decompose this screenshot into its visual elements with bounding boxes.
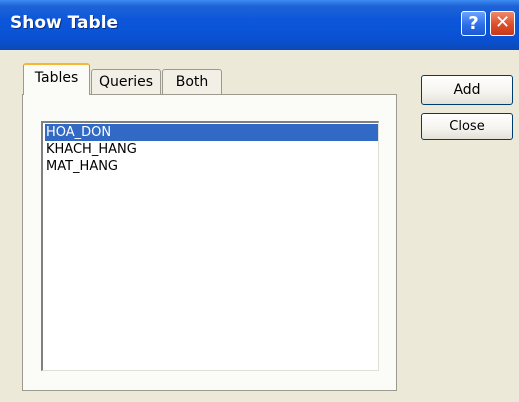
tab-queries[interactable]: Queries xyxy=(91,69,161,95)
table-listbox[interactable]: HOA_DON KHACH_HANG MAT_HANG xyxy=(41,121,379,371)
show-table-dialog: Show Table ? ✕ Tables Queries Both HOA_D… xyxy=(0,0,519,402)
title-bar[interactable]: Show Table ? ✕ xyxy=(0,0,519,50)
tab-tables[interactable]: Tables xyxy=(23,63,90,95)
title-close-button[interactable]: ✕ xyxy=(490,11,515,36)
list-item[interactable]: MAT_HANG xyxy=(45,158,118,175)
close-icon: ✕ xyxy=(494,12,511,33)
help-icon: ? xyxy=(468,13,479,34)
add-button[interactable]: Add xyxy=(421,75,513,105)
tables-tab-panel: HOA_DON KHACH_HANG MAT_HANG xyxy=(22,94,397,391)
close-button[interactable]: Close xyxy=(421,113,513,140)
dialog-title: Show Table xyxy=(10,13,119,33)
list-item[interactable]: HOA_DON xyxy=(45,124,378,141)
list-item[interactable]: KHACH_HANG xyxy=(45,141,137,158)
help-button[interactable]: ? xyxy=(461,11,486,36)
tab-both[interactable]: Both xyxy=(162,69,222,95)
